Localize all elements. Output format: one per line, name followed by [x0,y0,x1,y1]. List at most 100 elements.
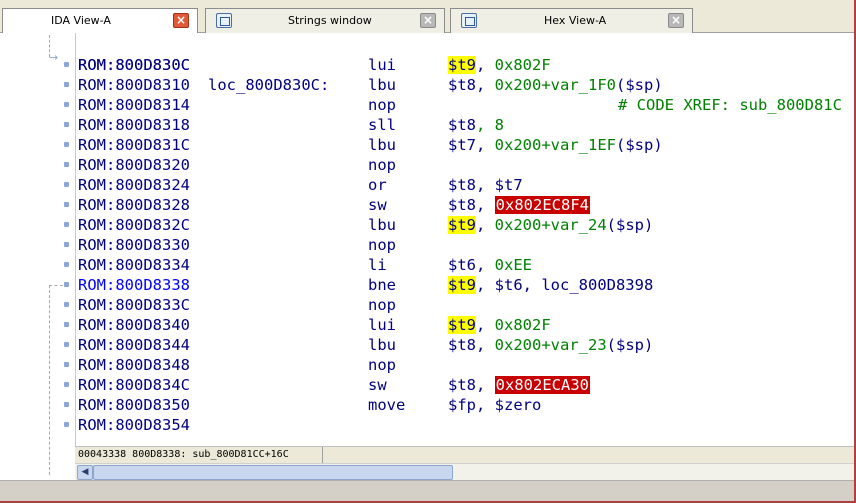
operand-rest: , 0x200+var_1F0($sp) [476,76,663,94]
operand-register[interactable]: $t8 [448,196,476,214]
address: ROM:800D8348 [78,356,190,374]
line-marker-icon [64,162,69,167]
address: ROM:800D833C [78,296,190,314]
status-line: 00043338 800D8338: sub_800D81CC+16C [75,446,856,464]
operand-register[interactable]: $t9 [448,216,476,234]
operand-rest: , $zero [476,396,542,414]
address: ROM:800D8334 [78,256,190,274]
line-marker-icon [64,142,69,147]
address: ROM:800D8354 [78,416,190,434]
operand-register[interactable]: $t9 [448,316,476,334]
operand-register[interactable]: $t9 [448,276,476,294]
line-marker-icon [64,182,69,187]
flow-branch [49,285,63,286]
address: ROM:800D8314 [78,96,190,114]
line-marker-icon [64,382,69,387]
line-marker-icon [64,322,69,327]
operand-register[interactable]: $fp [448,396,476,414]
operands[interactable]: $t9, 0x802F [448,55,551,75]
mnemonic: nop [368,156,396,174]
operand-rest: , $t6, loc_800D8398 [476,276,654,294]
mnemonic: lui [368,316,396,334]
line-marker-icon [64,282,69,287]
address: ROM:800D8344 [78,336,190,354]
line-marker-icon [64,402,69,407]
operands[interactable]: $t8, $t7 [448,175,523,195]
flow-gutter: → [0,33,75,483]
highlighted-address[interactable]: 0x802ECA30 [494,376,590,394]
horizontal-scrollbar[interactable]: ◀ [75,463,856,480]
operand-rest: , 0x802F [476,56,551,74]
mnemonic: nop [368,356,396,374]
operands[interactable]: $t9, 0x200+var_24($sp) [448,215,653,235]
line-marker-icon [64,362,69,367]
address: ROM:800D8310 [78,76,190,94]
operand-register[interactable]: $t8 [448,76,476,94]
address: ROM:800D8324 [78,176,190,194]
operand-register[interactable]: $t7 [448,136,476,154]
tab-ida-view-a[interactable]: IDA View-A × [2,8,198,34]
operand-register[interactable]: $t8 [448,336,476,354]
line-marker-icon [64,342,69,347]
listing-header-row[interactable]: ROM:800D830C loc_800D830C: # CODE XREF: … [78,35,842,114]
tab-strings-window[interactable]: Strings window × [205,8,445,33]
mnemonic: nop [368,236,396,254]
mnemonic: sw [368,196,387,214]
operands[interactable]: $t9, 0x802F [448,315,551,335]
close-icon[interactable]: × [173,13,189,28]
location-label[interactable]: loc_800D830C: [208,75,329,95]
xref-comment[interactable]: # CODE XREF: sub_800D81C [618,95,842,115]
operand-rest: , 0x200+var_23($sp) [476,336,654,354]
address: ROM:800D8338 [78,276,190,294]
line-marker-icon [64,62,69,67]
highlighted-address[interactable]: 0x802EC8F4 [494,196,590,214]
operand-rest: , [476,376,495,394]
mnemonic: lbu [368,136,396,154]
operand-rest: , $t7 [476,176,523,194]
mnemonic: sw [368,376,387,394]
operands[interactable]: $t6, 0xEE [448,255,532,275]
mnemonic: lui [368,56,396,74]
scroll-left-icon[interactable]: ◀ [77,465,93,480]
address: ROM:800D832C [78,216,190,234]
disassembly-view[interactable]: ROM:800D830C loc_800D830C: # CODE XREF: … [75,33,856,446]
operands[interactable]: $t8, 8 [448,115,504,135]
address: ROM:800D8320 [78,156,190,174]
operand-register[interactable]: $t8 [448,116,476,134]
address: ROM:800D8328 [78,196,190,214]
hex-icon [461,13,477,28]
operands[interactable]: $t9, $t6, loc_800D8398 [448,275,653,295]
operands[interactable]: $t8, 0x200+var_1F0($sp) [448,75,663,95]
operands[interactable]: $t8, 0x802ECA30 [448,375,590,395]
line-marker-icon [64,102,69,107]
mnemonic: or [368,176,387,194]
flow-line [49,285,50,475]
status-separator [322,447,323,464]
operands[interactable]: $fp, $zero [448,395,541,415]
operand-register[interactable]: $t8 [448,176,476,194]
mnemonic: sll [368,116,396,134]
address: ROM:800D8340 [78,316,190,334]
operand-rest: , 8 [476,116,504,134]
address: ROM:800D8350 [78,396,190,414]
close-icon[interactable]: × [420,13,436,28]
operand-rest: , 0x802F [476,316,551,334]
close-icon[interactable]: × [668,13,684,28]
line-marker-icon [64,202,69,207]
tab-strings-window-label: Strings window [288,14,372,27]
line-marker-icon [64,302,69,307]
address: ROM:800D8318 [78,116,190,134]
address: ROM:800D8330 [78,236,190,254]
operands[interactable]: $t7, 0x200+var_1EF($sp) [448,135,663,155]
operands[interactable]: $t8, 0x200+var_23($sp) [448,335,653,355]
scrollbar-thumb[interactable] [93,465,453,480]
operand-rest: , [476,196,495,214]
status-text: 00043338 800D8338: sub_800D81CC+16C [78,449,289,460]
operand-register[interactable]: $t8 [448,376,476,394]
line-marker-icon [64,122,69,127]
operands[interactable]: $t8, 0x802EC8F4 [448,195,590,215]
operand-register[interactable]: $t6 [448,256,476,274]
operand-register[interactable]: $t9 [448,56,476,74]
tab-hex-view-a[interactable]: Hex View-A × [450,8,693,33]
mnemonic: lbu [368,76,396,94]
